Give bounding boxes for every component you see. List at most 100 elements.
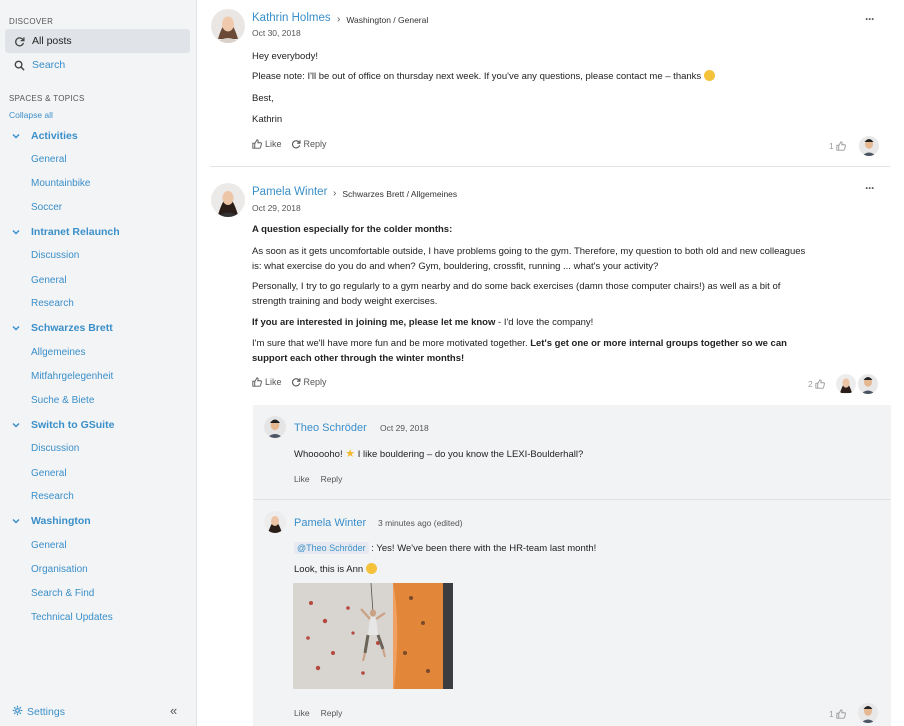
post-text: As soon as it gets uncomfortable outside… <box>252 246 806 272</box>
avatar[interactable] <box>211 9 245 43</box>
gear-icon <box>12 705 23 719</box>
more-options-icon[interactable]: ··· <box>865 181 875 195</box>
chevron-down-icon <box>12 422 24 428</box>
subtopic-suche-biete[interactable]: Suche & Biete <box>31 395 94 406</box>
chevron-down-icon <box>12 518 24 524</box>
subtopic-organisation[interactable]: Organisation <box>31 564 88 575</box>
sidebar: DISCOVER All posts Search SPACES & TOPIC… <box>0 0 197 726</box>
breadcrumb[interactable]: › Schwarzes Brett / Allgemeines <box>333 188 457 199</box>
post-text: Best, <box>252 93 274 104</box>
subtopic-research[interactable]: Research <box>31 491 74 502</box>
avatar[interactable] <box>211 183 245 217</box>
feed: Kathrin Holmes › Washington / General Oc… <box>197 0 904 726</box>
chevron-down-icon <box>12 229 24 235</box>
reply-button[interactable]: Reply <box>291 139 327 149</box>
comment-text: Look, this is Ann <box>294 563 377 575</box>
collapse-all-link[interactable]: Collapse all <box>9 110 53 120</box>
climbing-photo[interactable] <box>293 583 453 689</box>
star-emoji-icon: ★ <box>345 448 356 460</box>
topic-washington[interactable]: Washington <box>12 515 91 527</box>
subtopic-technical-updates[interactable]: Technical Updates <box>31 612 113 623</box>
reply-button[interactable]: Reply <box>321 708 343 718</box>
subtopic-general[interactable]: General <box>31 275 67 286</box>
liker-avatar[interactable] <box>858 703 878 723</box>
subtopic-discussion[interactable]: Discussion <box>31 443 79 454</box>
settings-link[interactable]: Settings <box>12 705 65 719</box>
post-date: Oct 30, 2018 <box>252 28 301 38</box>
like-button[interactable]: Like <box>252 139 282 149</box>
subtopic-search-find[interactable]: Search & Find <box>31 588 94 599</box>
post-author[interactable]: Kathrin Holmes <box>252 12 331 24</box>
topic-label: Washington <box>31 515 91 527</box>
subtopic-mountainbike[interactable]: Mountainbike <box>31 178 90 189</box>
like-count[interactable]: 1 <box>829 709 846 719</box>
nav-all-posts[interactable]: All posts <box>5 29 190 53</box>
post-text: I'm sure that we'll have more fun and be… <box>252 338 787 364</box>
post-text: Hey everybody! <box>252 51 319 62</box>
subtopic-allgemeines[interactable]: Allgemeines <box>31 347 85 358</box>
post-actions: Like Reply <box>252 139 336 149</box>
comment-thread: Theo Schröder Oct 29, 2018 Whooooho! ★ I… <box>253 405 891 726</box>
post-divider <box>210 166 890 167</box>
topic-switch-to-gsuite[interactable]: Switch to GSuite <box>12 419 114 431</box>
chevron-right-icon: › <box>337 14 341 25</box>
reply-button[interactable]: Reply <box>291 377 327 387</box>
avatar[interactable] <box>264 416 286 438</box>
breadcrumb[interactable]: › Washington / General <box>337 14 428 25</box>
subtopic-mitfahrgelegenheit[interactable]: Mitfahrgelegenheit <box>31 371 113 382</box>
liker-avatar[interactable] <box>859 136 879 156</box>
comment-text: @Theo Schröder : Yes! We've been there w… <box>294 542 596 554</box>
subtopic-general[interactable]: General <box>31 154 67 165</box>
reply-button[interactable]: Reply <box>321 474 343 484</box>
post-text: Kathrin <box>252 114 283 125</box>
search-icon <box>9 60 29 71</box>
settings-label: Settings <box>27 706 65 718</box>
breadcrumb-label: Washington / General <box>346 14 429 25</box>
subtopic-general[interactable]: General <box>31 468 67 479</box>
subtopic-research[interactable]: Research <box>31 298 74 309</box>
smile-emoji-icon <box>703 70 715 81</box>
subtopic-general[interactable]: General <box>31 540 67 551</box>
topic-schwarzes-brett[interactable]: Schwarzes Brett <box>12 322 113 334</box>
thumbs-up-icon <box>815 379 825 389</box>
nav-search[interactable]: Search <box>5 53 190 77</box>
topic-label: Schwarzes Brett <box>31 322 113 334</box>
chevron-right-icon: › <box>333 188 337 199</box>
post-text: If you are interested in joining me, ple… <box>252 317 594 328</box>
spaces-heading: SPACES & TOPICS <box>9 94 85 103</box>
like-count[interactable]: 1 <box>829 141 846 151</box>
like-button[interactable]: Like <box>294 708 310 718</box>
comment-author[interactable]: Theo Schröder <box>294 422 367 434</box>
like-button[interactable]: Like <box>294 474 310 484</box>
subtopic-discussion[interactable]: Discussion <box>31 250 79 261</box>
more-options-icon[interactable]: ··· <box>865 12 875 26</box>
refresh-icon <box>9 36 29 47</box>
avatar[interactable] <box>264 511 286 533</box>
nav-label: Search <box>32 59 66 71</box>
post-actions: Like Reply <box>252 377 336 387</box>
chevron-down-icon <box>12 133 24 139</box>
discover-heading: DISCOVER <box>9 17 54 26</box>
comment-actions: Like Reply <box>294 708 353 718</box>
subtopic-soccer[interactable]: Soccer <box>31 202 62 213</box>
like-count[interactable]: 2 <box>808 379 825 389</box>
liker-avatar[interactable] <box>858 374 878 394</box>
nav-label: All posts <box>32 35 72 47</box>
post-author[interactable]: Pamela Winter <box>252 186 327 198</box>
thumbs-up-icon <box>836 709 846 719</box>
collapse-sidebar-icon[interactable]: « <box>170 703 177 718</box>
like-button[interactable]: Like <box>252 377 282 387</box>
topic-activities[interactable]: Activities <box>12 130 78 142</box>
comment-author[interactable]: Pamela Winter <box>294 517 366 529</box>
post-heading: A question especially for the colder mon… <box>252 224 453 235</box>
user-mention[interactable]: @Theo Schröder <box>294 542 369 554</box>
topic-label: Intranet Relaunch <box>31 226 120 238</box>
liker-avatar[interactable] <box>836 374 856 394</box>
post-date: Oct 29, 2018 <box>252 203 301 213</box>
comment-actions: Like Reply <box>294 474 353 484</box>
wink-emoji-icon <box>365 563 377 574</box>
topic-intranet-relaunch[interactable]: Intranet Relaunch <box>12 226 120 238</box>
reply-icon <box>291 140 301 149</box>
thumbs-up-icon <box>836 141 846 151</box>
post-text: Please note: I'll be out of office on th… <box>252 69 715 84</box>
